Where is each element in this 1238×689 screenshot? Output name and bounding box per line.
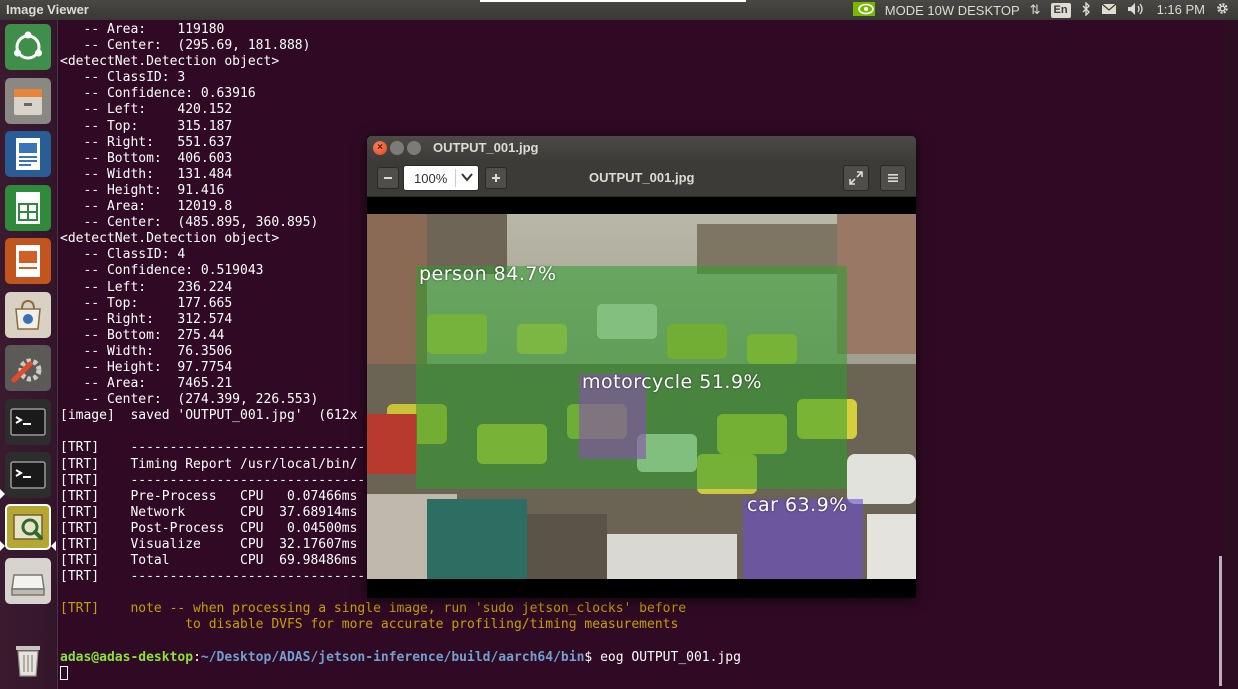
gear-icon[interactable]	[1215, 1, 1230, 19]
detection-label-motorcycle: motorcycle 51.9%	[582, 371, 763, 393]
dash-home-icon[interactable]	[5, 24, 51, 70]
nvidia-icon[interactable]	[852, 1, 875, 19]
zoom-out-button[interactable]	[377, 167, 399, 189]
indicator-area: MODE 10W DESKTOP ⇅ En 1:16 PM	[852, 0, 1230, 20]
terminal-icon[interactable]	[5, 399, 51, 445]
zoom-value: 100%	[414, 171, 448, 186]
power-mode-indicator[interactable]: MODE 10W DESKTOP	[885, 3, 1020, 18]
menu-button[interactable]	[880, 165, 906, 191]
maximize-button[interactable]	[407, 141, 421, 155]
terminal-line: -- ClassID: 3	[60, 70, 186, 86]
zoom-in-button[interactable]	[485, 167, 507, 189]
zoom-select[interactable]: 100%	[403, 165, 479, 191]
chevron-down-icon[interactable]	[461, 170, 473, 187]
detection-label-car: car 63.9%	[747, 494, 848, 516]
terminal-line: -- Left: 420.152	[60, 102, 233, 118]
terminal-prompt-line: adas@adas-desktop:~/Desktop/ADAS/jetson-…	[60, 650, 741, 666]
fullscreen-icon	[849, 171, 863, 185]
window-title: OUTPUT_001.jpg	[433, 140, 539, 155]
terminal-line: -- Confidence: 0.63916	[60, 86, 256, 102]
drive-icon[interactable]	[5, 558, 51, 604]
keyboard-layout-indicator[interactable]: En	[1050, 2, 1071, 18]
terminal-warning-line: to disable DVFS for more accurate profil…	[60, 617, 679, 633]
active-app-title: Image Viewer	[6, 2, 89, 17]
image-filename: OUTPUT_001.jpg	[589, 170, 695, 185]
close-button[interactable]: ×	[373, 141, 387, 155]
terminal-line: -- Center: (295.69, 181.888)	[60, 38, 311, 54]
terminal-icon[interactable]	[5, 452, 51, 498]
minus-icon	[384, 177, 392, 179]
system-settings-icon[interactable]	[5, 345, 51, 391]
image-viewer-icon[interactable]	[5, 504, 51, 550]
mail-icon[interactable]	[1101, 3, 1117, 18]
terminal-line: -- Area: 119180	[60, 22, 225, 37]
bluetooth-icon[interactable]	[1081, 0, 1091, 19]
libreoffice-calc-icon[interactable]	[5, 185, 51, 231]
panel-highlight	[480, 0, 746, 2]
volume-icon[interactable]	[1127, 2, 1147, 19]
plus-icon	[492, 174, 500, 182]
viewer-toolbar: 100% OUTPUT_001.jpg	[367, 160, 916, 197]
network-arrows-icon[interactable]: ⇅	[1030, 0, 1041, 20]
focused-indicator	[51, 541, 56, 551]
trash-icon[interactable]	[5, 637, 51, 683]
image-viewer-window: × OUTPUT_001.jpg 100% OUTPUT_001.jpg per…	[367, 136, 916, 598]
image-canvas[interactable]: person 84.7% motorcycle 51.9% car 63.9%	[367, 197, 916, 598]
prompt-symbol: $	[584, 649, 601, 665]
window-titlebar[interactable]: × OUTPUT_001.jpg	[367, 136, 916, 160]
prompt-user: adas@adas-desktop	[60, 649, 194, 665]
files-icon[interactable]	[5, 78, 51, 124]
clock[interactable]: 1:16 PM	[1157, 0, 1205, 20]
libreoffice-impress-icon[interactable]	[5, 238, 51, 284]
software-center-icon[interactable]	[5, 292, 51, 338]
top-panel: Image Viewer MODE 10W DESKTOP ⇅ En 1:16 …	[0, 0, 1238, 20]
terminal-scrollbar[interactable]	[1219, 556, 1222, 686]
prompt-path: ~/Desktop/ADAS/jetson-inference/build/aa…	[200, 649, 585, 665]
launcher	[0, 20, 58, 689]
zoom-separator	[455, 169, 456, 187]
prompt-separator: :	[193, 649, 201, 665]
detection-label-person: person 84.7%	[419, 263, 557, 285]
minimize-button[interactable]	[390, 141, 404, 155]
terminal-line: -- Top: 315.187	[60, 118, 233, 134]
fullscreen-button[interactable]	[843, 165, 869, 191]
terminal-command: eog OUTPUT_001.jpg	[600, 649, 741, 665]
hamburger-icon	[888, 174, 898, 182]
terminal-line: <detectNet.Detection object>	[60, 54, 280, 70]
terminal-input-line[interactable]	[60, 666, 741, 682]
terminal-cursor	[60, 666, 68, 681]
libreoffice-writer-icon[interactable]	[5, 131, 51, 177]
terminal-warning-line: [TRT] note -- when processing a single i…	[60, 601, 687, 617]
